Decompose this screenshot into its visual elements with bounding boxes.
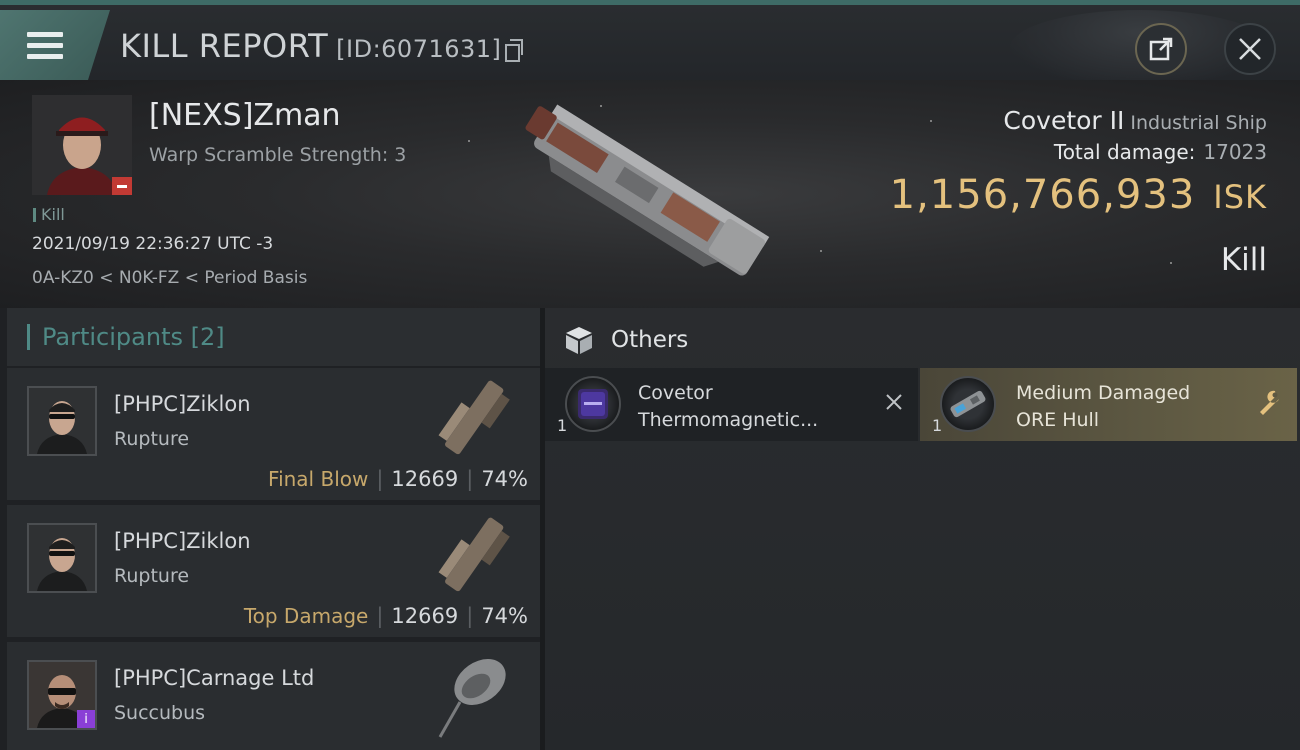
others-header: Others <box>563 322 688 358</box>
participant-avatar[interactable] <box>27 523 97 593</box>
hamburger-icon <box>27 32 63 65</box>
total-damage: Total damage: 17023 <box>1054 140 1267 164</box>
divider: | <box>466 604 474 628</box>
total-damage-label: Total damage: <box>1053 140 1196 164</box>
participant-row[interactable]: [PHPC]Ziklon Rupture Top Damage | 12669 | 74… <box>7 505 540 637</box>
page-title-text: KILL REPORT <box>120 27 329 65</box>
isk-value: 1,156,766,933 ISK <box>890 172 1267 218</box>
victim-ship-class: Industrial Ship <box>1130 112 1267 134</box>
kill-result: Kill <box>1220 242 1267 278</box>
participant-ship: Rupture <box>114 565 190 587</box>
hostile-badge <box>112 177 132 195</box>
participant-damage: 12669 <box>391 604 459 628</box>
victim-ship-line: Covetor II Industrial Ship <box>1003 106 1267 135</box>
avatar <box>29 388 95 454</box>
divider: | <box>376 467 384 491</box>
participant-ship-image[interactable] <box>430 368 520 468</box>
kill-type-label: Kill <box>33 205 65 224</box>
item-name: Covetor Thermomagnetic... <box>638 380 818 434</box>
destroyed-icon <box>884 390 904 418</box>
close-button[interactable] <box>1224 23 1276 75</box>
dropped-item[interactable]: 1 Covetor Thermomagnetic... <box>545 368 918 441</box>
participants-panel: Participants [2] [PHPC]Ziklon Rupture Fi… <box>0 308 540 750</box>
item-icon <box>565 376 621 432</box>
divider: | <box>466 467 474 491</box>
participant-stats: Top Damage | 12669 | 74% <box>244 604 528 628</box>
others-title: Others <box>611 327 689 353</box>
victim-portrait[interactable] <box>32 95 132 195</box>
participant-name[interactable]: [PHPC]Carnage Ltd <box>114 666 314 690</box>
participant-tag: Top Damage <box>243 604 369 628</box>
share-icon <box>1149 37 1173 61</box>
item-quantity: 1 <box>932 416 943 435</box>
avatar <box>29 525 95 591</box>
participant-percent: 74% <box>481 467 528 491</box>
info-badge-icon: i <box>77 710 95 728</box>
participants-title: Participants [2] <box>42 323 225 351</box>
participant-row[interactable]: i [PHPC]Carnage Ltd Succubus <box>7 642 540 750</box>
item-name-line2: Thermomagnetic... <box>638 409 819 431</box>
item-name-line1: Covetor <box>638 382 713 404</box>
others-panel: Others 1 Covetor Thermomagnetic... 1 Med… <box>545 308 1300 750</box>
participant-tag: Final Blow <box>268 467 369 491</box>
participants-header: Participants [2] <box>7 308 540 366</box>
participant-ship: Rupture <box>114 428 190 450</box>
participant-stats: Final Blow | 12669 | 74% <box>268 467 528 491</box>
menu-button[interactable] <box>0 10 110 80</box>
participant-name[interactable]: [PHPC]Ziklon <box>114 529 251 553</box>
participant-ship-image[interactable] <box>430 505 520 605</box>
divider: | <box>376 604 384 628</box>
participant-ship: Succubus <box>114 702 206 724</box>
isk-amount: 1,156,766,933 <box>889 172 1196 218</box>
participant-avatar[interactable]: i <box>27 660 97 730</box>
victim-panel: [NEXS]Zman Warp Scramble Strength: 3 Kil… <box>0 80 1300 308</box>
participant-percent: 74% <box>481 604 528 628</box>
item-icon <box>940 376 996 432</box>
victim-ship-name[interactable]: Covetor II <box>1003 106 1124 135</box>
isk-unit: ISK <box>1213 178 1267 216</box>
warp-scramble-strength: Warp Scramble Strength: 3 <box>149 144 407 166</box>
item-name-line2: ORE Hull <box>1016 409 1100 431</box>
wrench-icon[interactable] <box>1257 388 1283 418</box>
share-button[interactable] <box>1135 23 1187 75</box>
kill-datetime: 2021/09/19 22:36:27 UTC -3 <box>32 234 274 254</box>
cube-icon <box>566 327 592 354</box>
participant-name[interactable]: [PHPC]Ziklon <box>114 392 251 416</box>
victim-name[interactable]: [NEXS]Zman <box>149 98 341 133</box>
title-bar: KILL REPORT [ID:6071631] <box>0 0 1300 85</box>
report-id: [ID:6071631] <box>336 35 502 63</box>
participant-avatar[interactable] <box>27 386 97 456</box>
participant-ship-image[interactable] <box>430 642 520 742</box>
total-damage-value: 17023 <box>1203 140 1267 164</box>
copy-icon[interactable] <box>505 39 524 62</box>
page-title: KILL REPORT [ID:6071631] <box>120 27 524 65</box>
kill-location[interactable]: 0A-KZ0 < N0K-FZ < Period Basis <box>32 268 307 288</box>
participant-damage: 12669 <box>391 467 459 491</box>
victim-ship-image[interactable] <box>505 92 795 292</box>
participant-row[interactable]: [PHPC]Ziklon Rupture Final Blow | 12669 | 74… <box>7 368 540 500</box>
item-name: Medium Damaged ORE Hull <box>1016 380 1190 434</box>
item-name-line1: Medium Damaged <box>1016 382 1191 404</box>
item-quantity: 1 <box>557 416 568 435</box>
close-icon <box>1239 38 1261 60</box>
dropped-item[interactable]: 1 Medium Damaged ORE Hull <box>920 368 1297 441</box>
